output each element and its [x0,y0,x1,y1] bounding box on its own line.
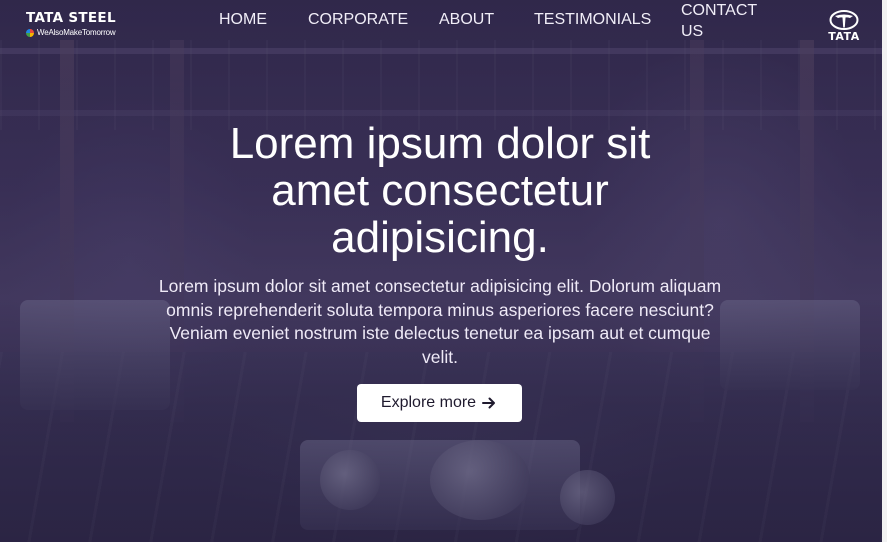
tata-logo[interactable]: TATA [826,10,862,43]
hero-title: Lorem ipsum dolor sit amet consectetur a… [229,119,651,262]
explore-more-button[interactable]: Explore more [357,384,522,422]
tata-logo-icon [829,10,859,30]
tata-logo-word: TATA [828,30,860,43]
explore-more-label: Explore more [380,394,477,411]
nav-item-corporate[interactable]: CORPORATE [308,9,408,30]
nav-item-contact-us[interactable]: CONTACT US [681,0,761,42]
brand-name: TATA STEEL [26,10,116,26]
hero-overlay [0,0,887,542]
arrow-right-icon [482,397,496,409]
brand-tagline: WeAlsoMakeTomorrow [26,28,126,38]
hero-description: Lorem ipsum dolor sit amet consectetur a… [158,276,722,367]
page-edge [882,0,887,542]
navbar: TATA STEEL WeAlsoMakeTomorrow HOME CORPO… [0,0,887,48]
nav-item-about[interactable]: ABOUT [439,9,494,30]
brand-tagline-text: WeAlsoMakeTomorrow [37,28,116,37]
multicolor-dot-icon [26,29,34,37]
nav-item-testimonials[interactable]: TESTIMONIALS [534,9,651,30]
brand-logo[interactable]: TATA STEEL WeAlsoMakeTomorrow [26,10,126,38]
nav-item-home[interactable]: HOME [219,9,267,30]
